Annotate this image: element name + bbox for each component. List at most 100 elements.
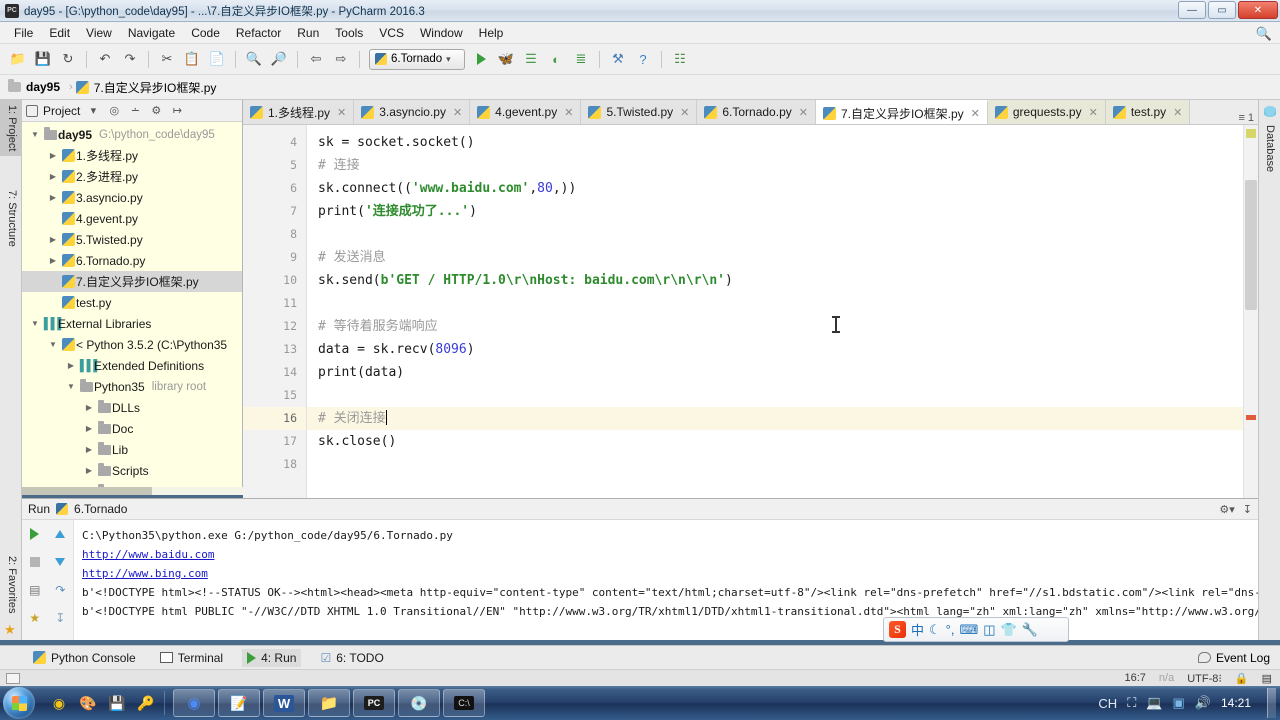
tree-node[interactable]: ▼day95G:\python_code\day95 bbox=[22, 124, 242, 145]
code-line[interactable]: # 发送消息 bbox=[307, 246, 1258, 269]
tree-node[interactable]: ▶DLLs bbox=[22, 397, 242, 418]
bottom-tab[interactable]: 4: Run bbox=[242, 649, 301, 667]
collapsed-arrow-icon[interactable]: ▶ bbox=[46, 256, 60, 265]
editor-tab[interactable]: 7.自定义异步IO框架.py✕ bbox=[816, 100, 988, 124]
editor-tab[interactable]: 5.Twisted.py✕ bbox=[581, 100, 697, 124]
editor-tab[interactable]: 6.Tornado.py✕ bbox=[697, 100, 816, 124]
chevron-down-icon[interactable]: ▾ bbox=[85, 104, 101, 117]
tree-node[interactable]: test.py bbox=[22, 292, 242, 313]
cut-icon[interactable]: ✂ bbox=[155, 47, 179, 71]
run-coverage-icon[interactable]: ☰ bbox=[519, 47, 543, 71]
ime-mode-icon[interactable]: 中 bbox=[911, 620, 924, 639]
menu-tools[interactable]: Tools bbox=[327, 24, 371, 42]
collapsed-arrow-icon[interactable]: ▶ bbox=[82, 445, 96, 454]
line-number[interactable]: 5 bbox=[243, 154, 306, 177]
code-line[interactable]: # 关闭连接 bbox=[307, 407, 1258, 430]
line-number[interactable]: 6 bbox=[243, 177, 306, 200]
line-number[interactable]: 14 bbox=[243, 361, 306, 384]
tree-node[interactable]: ▶Lib bbox=[22, 439, 242, 460]
forward-icon[interactable]: ⇨ bbox=[329, 47, 353, 71]
editor-code-area[interactable]: sk = socket.socket()# 连接sk.connect(('www… bbox=[307, 125, 1258, 498]
scroll-end-icon[interactable]: ↧ bbox=[51, 609, 69, 627]
code-line[interactable] bbox=[307, 384, 1258, 407]
lock-icon[interactable]: 🔒 bbox=[1235, 672, 1249, 685]
show-desktop-button[interactable] bbox=[1267, 688, 1276, 718]
taskbar-window-chrome[interactable]: ◉ bbox=[173, 689, 215, 717]
print-icon[interactable]: ▤ bbox=[26, 581, 44, 599]
line-number[interactable]: 7 bbox=[243, 200, 306, 223]
tree-node[interactable]: 4.gevent.py bbox=[22, 208, 242, 229]
help-icon[interactable]: ? bbox=[631, 47, 655, 71]
menu-run[interactable]: Run bbox=[289, 24, 327, 42]
editor-tab[interactable]: test.py✕ bbox=[1106, 100, 1191, 124]
code-line[interactable]: print('连接成功了...') bbox=[307, 200, 1258, 223]
editor-gutter[interactable]: 456789101112131415161718 bbox=[243, 125, 307, 498]
tree-node[interactable]: ▼▐▐▐External Libraries bbox=[22, 313, 242, 334]
line-number[interactable]: 9 bbox=[243, 246, 306, 269]
console-link-line[interactable]: http://www.baidu.com bbox=[82, 545, 1258, 564]
line-number[interactable]: 4 bbox=[243, 131, 306, 154]
tree-node[interactable]: ▶Scripts bbox=[22, 460, 242, 481]
line-number[interactable]: 18 bbox=[243, 453, 306, 476]
taskbar-clock[interactable]: 14:21 bbox=[1221, 696, 1251, 710]
network-share-icon[interactable]: ⛶ bbox=[1127, 695, 1136, 711]
menu-vcs[interactable]: VCS bbox=[371, 24, 412, 42]
tree-node[interactable]: ▶6.Tornado.py bbox=[22, 250, 242, 271]
expanded-arrow-icon[interactable]: ▼ bbox=[46, 340, 60, 349]
caret-position[interactable]: 16:7 bbox=[1125, 672, 1146, 684]
back-icon[interactable]: ⇦ bbox=[304, 47, 328, 71]
line-number[interactable]: 13 bbox=[243, 338, 306, 361]
code-line[interactable]: sk = socket.socket() bbox=[307, 131, 1258, 154]
taskbar-window-cd[interactable]: 💿 bbox=[398, 689, 440, 717]
collapsed-arrow-icon[interactable]: ▶ bbox=[46, 235, 60, 244]
line-number[interactable]: 15 bbox=[243, 384, 306, 407]
menu-code[interactable]: Code bbox=[183, 24, 228, 42]
code-line[interactable]: sk.send(b'GET / HTTP/1.0\r\nHost: baidu.… bbox=[307, 269, 1258, 292]
attach-process-icon[interactable]: ≣ bbox=[569, 47, 593, 71]
editor-tab[interactable]: 4.gevent.py✕ bbox=[470, 100, 581, 124]
editor-tab[interactable]: grequests.py✕ bbox=[988, 100, 1106, 124]
media-player-icon[interactable]: ◉ bbox=[49, 693, 69, 713]
open-folder-icon[interactable]: 📁 bbox=[6, 47, 30, 71]
console-link-line[interactable]: http://www.bing.com bbox=[82, 564, 1258, 583]
copy-icon[interactable]: 📋 bbox=[180, 47, 204, 71]
collapsed-arrow-icon[interactable]: ▶ bbox=[46, 151, 60, 160]
code-line[interactable] bbox=[307, 292, 1258, 315]
stop-icon[interactable] bbox=[26, 553, 44, 571]
volume-icon[interactable]: 🔊 bbox=[1195, 695, 1211, 711]
encoding-indicator[interactable]: UTF-8⁝ bbox=[1187, 672, 1222, 685]
sidebar-item-database[interactable]: Database bbox=[1258, 120, 1280, 177]
close-icon[interactable]: ✕ bbox=[564, 106, 573, 119]
event-log-group[interactable]: Event Log bbox=[1198, 651, 1280, 665]
key-icon[interactable]: 🔑 bbox=[136, 693, 156, 713]
ime-icon[interactable]: ▣ bbox=[1172, 695, 1184, 711]
close-icon[interactable]: ✕ bbox=[1089, 106, 1098, 119]
code-line[interactable]: print(data) bbox=[307, 361, 1258, 384]
expanded-arrow-icon[interactable]: ▼ bbox=[28, 130, 42, 139]
line-number[interactable]: 17 bbox=[243, 430, 306, 453]
line-separator[interactable]: n/a bbox=[1159, 672, 1174, 684]
maximize-button[interactable]: ▭ bbox=[1208, 1, 1236, 19]
line-number[interactable]: 8 bbox=[243, 223, 306, 246]
code-line[interactable]: # 等待着服务端响应 bbox=[307, 315, 1258, 338]
start-button[interactable] bbox=[3, 687, 35, 719]
undo-icon[interactable]: ↶ bbox=[93, 47, 117, 71]
paste-icon[interactable]: 📄 bbox=[205, 47, 229, 71]
hide-icon[interactable]: ↦ bbox=[169, 104, 185, 117]
sidebar-item-structure[interactable]: 7: Structure bbox=[0, 185, 22, 252]
save-icon[interactable]: 💾 bbox=[107, 693, 127, 713]
tree-node[interactable]: ▼< Python 3.5.2 (C:\Python35 bbox=[22, 334, 242, 355]
run-configuration-selector[interactable]: 6.Tornado ▾ bbox=[369, 49, 465, 70]
taskbar-window-word[interactable]: W bbox=[263, 689, 305, 717]
language-indicator[interactable]: CH bbox=[1098, 696, 1117, 711]
code-line[interactable] bbox=[307, 453, 1258, 476]
taskbar-window-explorer[interactable]: 📁 bbox=[308, 689, 350, 717]
menu-file[interactable]: File bbox=[6, 24, 41, 42]
collapsed-arrow-icon[interactable]: ▶ bbox=[82, 466, 96, 475]
locate-icon[interactable]: ◎ bbox=[106, 104, 122, 117]
run-console-output[interactable]: C:\Python35\python.exe G:/python_code/da… bbox=[74, 520, 1258, 640]
soft-wrap-icon[interactable]: ↷ bbox=[51, 581, 69, 599]
gear-icon[interactable]: ⚙ bbox=[148, 104, 164, 117]
input-method-icon[interactable]: ◫ bbox=[983, 622, 995, 638]
next-occurrence-icon[interactable] bbox=[51, 553, 69, 571]
